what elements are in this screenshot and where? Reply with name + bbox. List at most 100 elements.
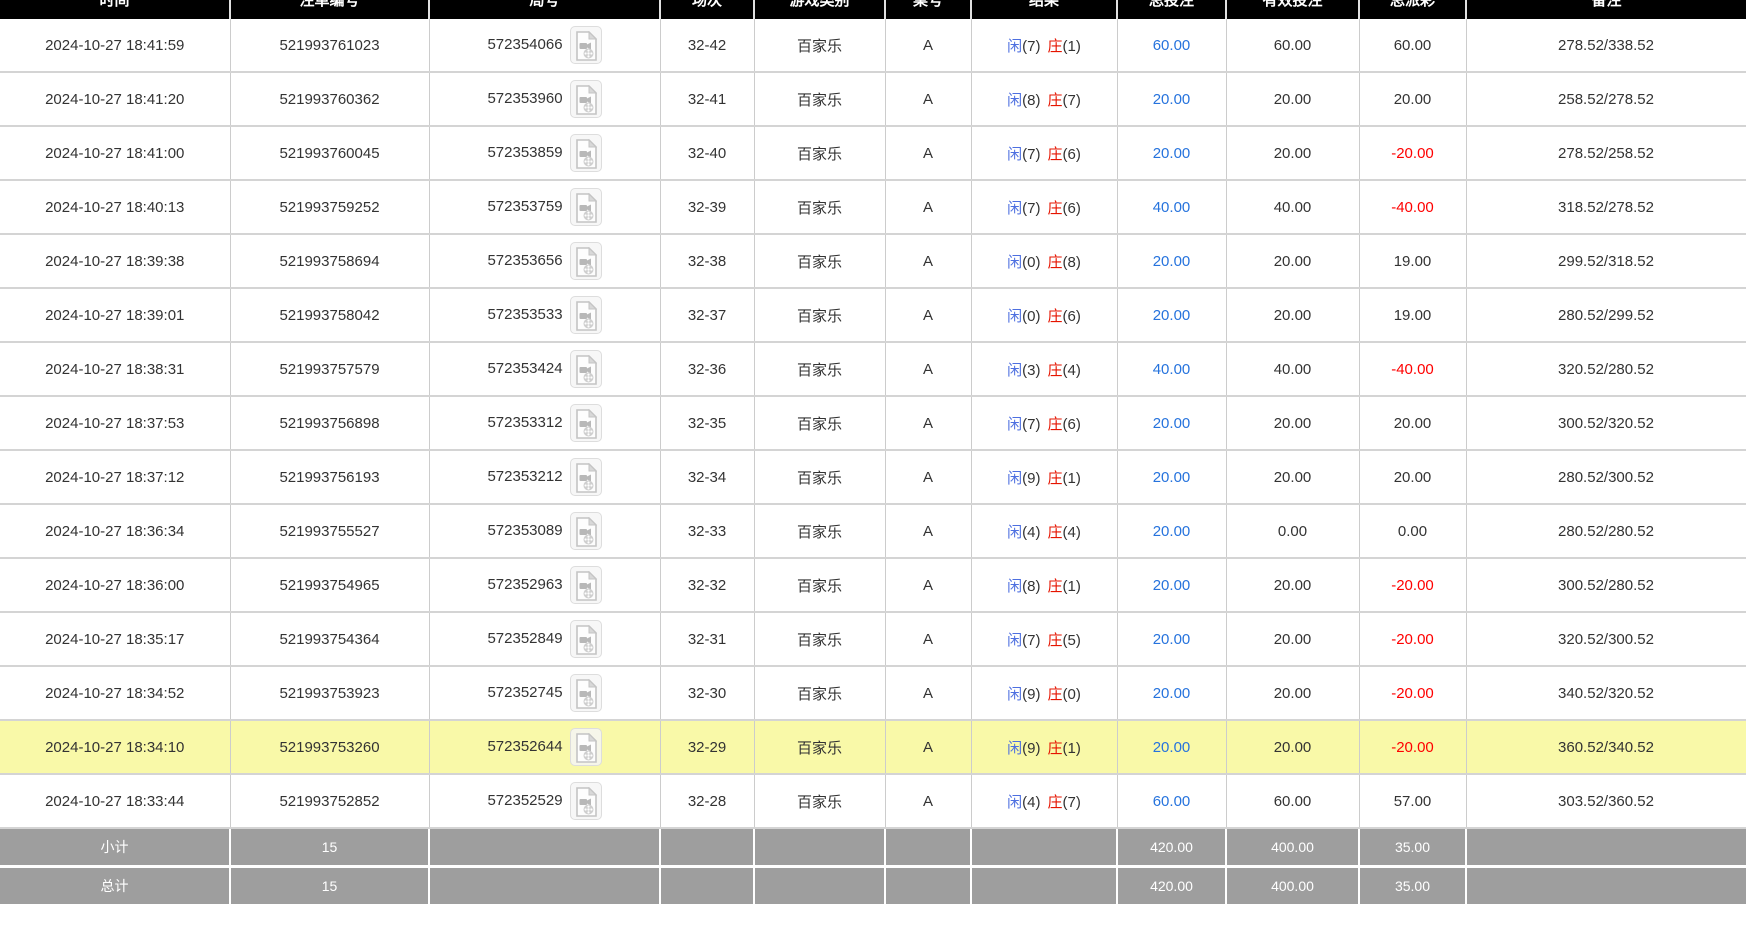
video-replay-button[interactable] <box>570 404 602 442</box>
remark-value: 320.52/280.52 <box>1558 361 1654 378</box>
bet-records-region: 时间 注单编号 局号 场次 游戏类别 桌号 结果 总投注 有效投注 总派彩 备注… <box>0 0 1746 904</box>
video-replay-button[interactable] <box>570 728 602 766</box>
table-row[interactable]: 2024-10-27 18:34:10 521993753260 5723526… <box>0 720 1746 774</box>
session-cell: 32-42 <box>660 19 754 72</box>
video-file-icon <box>575 31 597 61</box>
session-cell: 32-41 <box>660 72 754 126</box>
total-bet-link[interactable]: 20.00 <box>1153 145 1191 162</box>
payout-value: 20.00 <box>1394 469 1432 486</box>
table-row[interactable]: 2024-10-27 18:36:34 521993755527 5723530… <box>0 504 1746 558</box>
bet-number-value: 521993756898 <box>279 415 379 432</box>
player-score: (0) <box>1022 308 1040 325</box>
table-row[interactable]: 2024-10-27 18:40:13 521993759252 5723537… <box>0 180 1746 234</box>
bet-number-cell: 521993760045 <box>230 126 429 180</box>
payout-cell: -20.00 <box>1359 612 1466 666</box>
total-bet-link[interactable]: 20.00 <box>1153 631 1191 648</box>
video-replay-button[interactable] <box>570 566 602 604</box>
video-replay-button[interactable] <box>570 26 602 64</box>
session-cell: 32-37 <box>660 288 754 342</box>
result-cell: 闲(7)庄(6) <box>971 396 1117 450</box>
time-value: 2024-10-27 18:39:38 <box>45 253 184 270</box>
total-bet-link[interactable]: 40.00 <box>1153 199 1191 216</box>
summary-total-bet-cell: 420.00 <box>1117 867 1226 905</box>
total-bet-link[interactable]: 20.00 <box>1153 307 1191 324</box>
time-value: 2024-10-27 18:40:13 <box>45 199 184 216</box>
table-letter-value: A <box>923 91 933 108</box>
session-value: 32-42 <box>688 37 726 54</box>
player-score: (9) <box>1022 470 1040 487</box>
video-replay-button[interactable] <box>570 80 602 118</box>
time-value: 2024-10-27 18:37:53 <box>45 415 184 432</box>
total-bet-link[interactable]: 60.00 <box>1153 37 1191 54</box>
total-bet-link[interactable]: 20.00 <box>1153 685 1191 702</box>
game-type-cell: 百家乐 <box>754 450 885 504</box>
total-bet-link[interactable]: 60.00 <box>1153 793 1191 810</box>
total-bet-cell: 20.00 <box>1117 666 1226 720</box>
game-type-value: 百家乐 <box>797 632 842 649</box>
round-number-value: 572352644 <box>487 738 562 755</box>
total-bet-cell: 20.00 <box>1117 288 1226 342</box>
table-row[interactable]: 2024-10-27 18:35:17 521993754364 5723528… <box>0 612 1746 666</box>
video-replay-button[interactable] <box>570 242 602 280</box>
summary-valid-bet: 400.00 <box>1271 839 1314 855</box>
valid-bet-cell: 20.00 <box>1226 396 1359 450</box>
round-number-value: 572352963 <box>487 576 562 593</box>
header-row: 时间 注单编号 局号 场次 游戏类别 桌号 结果 总投注 有效投注 总派彩 备注 <box>0 0 1746 19</box>
table-row[interactable]: 2024-10-27 18:36:00 521993754965 5723529… <box>0 558 1746 612</box>
payout-value: -40.00 <box>1391 199 1434 216</box>
valid-bet-value: 40.00 <box>1274 199 1312 216</box>
remark-value: 258.52/278.52 <box>1558 91 1654 108</box>
time-value: 2024-10-27 18:34:10 <box>45 739 184 756</box>
payout-value: 19.00 <box>1394 253 1432 270</box>
round-number-cell: 572353089 <box>429 504 660 558</box>
video-replay-button[interactable] <box>570 350 602 388</box>
video-replay-button[interactable] <box>570 782 602 820</box>
session-value: 32-41 <box>688 91 726 108</box>
video-replay-button[interactable] <box>570 620 602 658</box>
player-score: (4) <box>1022 524 1040 541</box>
banker-score: (6) <box>1063 416 1081 433</box>
total-bet-link[interactable]: 20.00 <box>1153 739 1191 756</box>
table-letter-value: A <box>923 415 933 432</box>
table-row[interactable]: 2024-10-27 18:37:53 521993756898 5723533… <box>0 396 1746 450</box>
payout-cell: -20.00 <box>1359 720 1466 774</box>
payout-value: -40.00 <box>1391 361 1434 378</box>
video-replay-button[interactable] <box>570 134 602 172</box>
bet-number-cell: 521993761023 <box>230 19 429 72</box>
time-cell: 2024-10-27 18:35:17 <box>0 612 230 666</box>
table-letter-value: A <box>923 685 933 702</box>
table-row[interactable]: 2024-10-27 18:41:20 521993760362 5723539… <box>0 72 1746 126</box>
time-value: 2024-10-27 18:35:17 <box>45 631 184 648</box>
total-bet-link[interactable]: 20.00 <box>1153 253 1191 270</box>
video-replay-button[interactable] <box>570 458 602 496</box>
total-bet-link[interactable]: 20.00 <box>1153 523 1191 540</box>
summary-valid-bet-cell: 400.00 <box>1226 828 1359 867</box>
table-row[interactable]: 2024-10-27 18:39:38 521993758694 5723536… <box>0 234 1746 288</box>
table-row[interactable]: 2024-10-27 18:33:44 521993752852 5723525… <box>0 774 1746 828</box>
table-row[interactable]: 2024-10-27 18:41:00 521993760045 5723538… <box>0 126 1746 180</box>
total-bet-link[interactable]: 20.00 <box>1153 415 1191 432</box>
total-bet-cell: 60.00 <box>1117 19 1226 72</box>
video-replay-button[interactable] <box>570 512 602 550</box>
video-replay-button[interactable] <box>570 188 602 226</box>
game-type-value: 百家乐 <box>797 524 842 541</box>
remark-cell: 340.52/320.52 <box>1466 666 1746 720</box>
video-replay-button[interactable] <box>570 674 602 712</box>
bet-number-value: 521993761023 <box>279 37 379 54</box>
table-row[interactable]: 2024-10-27 18:38:31 521993757579 5723534… <box>0 342 1746 396</box>
table-row[interactable]: 2024-10-27 18:41:59 521993761023 5723540… <box>0 19 1746 72</box>
total-bet-link[interactable]: 20.00 <box>1153 577 1191 594</box>
bet-number-cell: 521993760362 <box>230 72 429 126</box>
round-number-value: 572352529 <box>487 792 562 809</box>
video-replay-button[interactable] <box>570 296 602 334</box>
game-type-value: 百家乐 <box>797 416 842 433</box>
session-value: 32-31 <box>688 631 726 648</box>
total-bet-link[interactable]: 20.00 <box>1153 469 1191 486</box>
table-row[interactable]: 2024-10-27 18:39:01 521993758042 5723535… <box>0 288 1746 342</box>
table-row[interactable]: 2024-10-27 18:34:52 521993753923 5723527… <box>0 666 1746 720</box>
game-type-cell: 百家乐 <box>754 504 885 558</box>
total-bet-link[interactable]: 40.00 <box>1153 361 1191 378</box>
total-bet-cell: 20.00 <box>1117 558 1226 612</box>
total-bet-link[interactable]: 20.00 <box>1153 91 1191 108</box>
table-row[interactable]: 2024-10-27 18:37:12 521993756193 5723532… <box>0 450 1746 504</box>
